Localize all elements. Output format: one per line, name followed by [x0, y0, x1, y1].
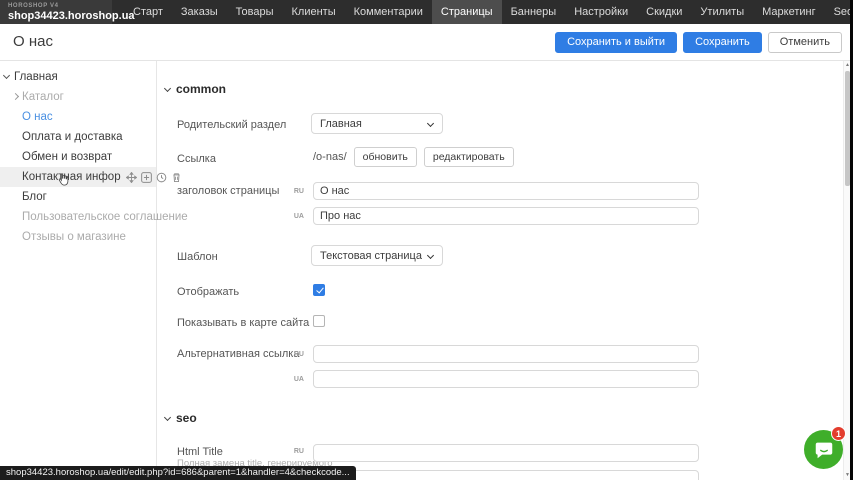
html-title-label: Html Title: [177, 446, 223, 458]
link-edit-button[interactable]: редактировать: [424, 147, 514, 167]
menu-item-comments[interactable]: Комментарии: [345, 0, 432, 24]
pages-tree-sidebar: Главная Каталог О нас Оплата и доставка …: [0, 61, 157, 480]
tree-item-label: Блог: [22, 191, 47, 203]
menu-item-products[interactable]: Товары: [227, 0, 283, 24]
lang-ru-badge: RU: [290, 448, 304, 455]
lang-ua-badge: UA: [290, 376, 304, 383]
page-header: О нас Сохранить и выйти Сохранить Отмени…: [0, 24, 853, 61]
chevron-down-icon: [164, 85, 171, 92]
menu-item-start[interactable]: Старт: [124, 0, 172, 24]
logo-domain-label: shop34423.horoshop.ua: [8, 10, 102, 22]
page-title-label: заголовок страницы: [177, 185, 279, 197]
logo[interactable]: HOROSHOP V4 shop34423.horoshop.ua: [0, 0, 112, 24]
vertical-scrollbar[interactable]: ▲ ▼: [843, 61, 850, 480]
page-title-ru-input[interactable]: [313, 182, 699, 200]
menu-item-marketing[interactable]: Маркетинг: [753, 0, 824, 24]
add-page-icon[interactable]: [141, 172, 152, 183]
menu-item-settings[interactable]: Настройки: [565, 0, 637, 24]
chat-unread-badge: 1: [831, 426, 846, 441]
menu-item-seo[interactable]: Seo: [825, 0, 853, 24]
tree-item-kontaktnaya-informatsiya[interactable]: Контактная инфор: [0, 167, 156, 187]
tree-item-glavnaya[interactable]: Главная: [0, 67, 156, 87]
page-title-ua-input[interactable]: [313, 207, 699, 225]
template-label: Шаблон: [177, 251, 218, 263]
sitemap-label: Показывать в карте сайта: [177, 317, 309, 329]
section-common-header[interactable]: common: [165, 82, 226, 96]
save-and-exit-button[interactable]: Сохранить и выйти: [555, 32, 677, 53]
chat-icon: [813, 439, 835, 461]
main-menu: Старт Заказы Товары Клиенты Комментарии …: [124, 0, 853, 24]
chevron-down-icon: [427, 252, 434, 259]
cancel-button[interactable]: Отменить: [768, 32, 842, 53]
chevron-right-icon[interactable]: [12, 93, 19, 100]
tree-item-polzovatelskoe-soglashenie[interactable]: Пользовательское соглашение: [0, 207, 156, 227]
save-button[interactable]: Сохранить: [683, 32, 762, 53]
tree-item-label: Главная: [14, 71, 58, 83]
sitemap-checkbox[interactable]: [313, 315, 325, 327]
display-checkbox[interactable]: [313, 284, 325, 296]
parent-section-value: Главная: [320, 118, 362, 130]
section-seo-header[interactable]: seo: [165, 411, 197, 425]
link-refresh-button[interactable]: обновить: [354, 147, 417, 167]
page-edit-form: common Родительский раздел Главная Ссылк…: [158, 61, 843, 480]
tree-item-oplata-i-dostavka[interactable]: Оплата и доставка: [0, 127, 156, 147]
chevron-down-icon: [164, 414, 171, 421]
tree-item-label: Контактная инфор: [22, 171, 121, 183]
tree-item-label: Оплата и доставка: [22, 131, 123, 143]
menu-item-utilities[interactable]: Утилиты: [691, 0, 753, 24]
lang-ru-badge: RU: [290, 188, 304, 195]
tree-item-label: Отзывы о магазине: [22, 231, 126, 243]
menu-item-banners[interactable]: Баннеры: [502, 0, 566, 24]
tree-item-blog[interactable]: Блог: [0, 187, 156, 207]
section-seo-label: seo: [176, 411, 197, 425]
html-title-ru-input[interactable]: [313, 444, 699, 462]
display-label: Отображать: [177, 286, 239, 298]
link-label: Ссылка: [177, 153, 216, 165]
delete-icon[interactable]: [171, 172, 182, 183]
template-select[interactable]: Текстовая страница: [311, 245, 443, 266]
lang-ua-badge: UA: [290, 213, 304, 220]
tree-item-label: Каталог: [22, 91, 64, 103]
tree-item-label: Обмен и возврат: [22, 151, 112, 163]
tree-item-label: Пользовательское соглашение: [22, 211, 188, 223]
settings-icon[interactable]: [156, 172, 167, 183]
chevron-down-icon[interactable]: [3, 72, 10, 79]
tree-item-label: О нас: [22, 111, 53, 123]
chevron-down-icon: [427, 120, 434, 127]
drag-move-icon[interactable]: [126, 172, 137, 183]
lang-ru-badge: RU: [290, 351, 304, 358]
page-title: О нас: [13, 33, 53, 50]
app-window: HOROSHOP V4 shop34423.horoshop.ua Старт …: [0, 0, 853, 480]
menu-item-clients[interactable]: Клиенты: [283, 0, 345, 24]
status-url-bar: shop34423.horoshop.ua/edit/edit.php?id=6…: [0, 466, 356, 480]
alt-link-label: Альтернативная ссылка: [177, 348, 299, 360]
alt-link-ru-input[interactable]: [313, 345, 699, 363]
tree-item-katalog[interactable]: Каталог: [0, 87, 156, 107]
alt-link-ua-input[interactable]: [313, 370, 699, 388]
parent-section-select[interactable]: Главная: [311, 113, 443, 134]
template-value: Текстовая страница: [320, 250, 422, 262]
menu-item-discounts[interactable]: Скидки: [637, 0, 691, 24]
top-menubar: HOROSHOP V4 shop34423.horoshop.ua Старт …: [0, 0, 853, 24]
menu-item-orders[interactable]: Заказы: [172, 0, 227, 24]
link-value: /o-nas/: [313, 151, 347, 163]
menu-item-pages[interactable]: Страницы: [432, 0, 502, 24]
html-title-ua-input[interactable]: [313, 470, 699, 480]
section-common-label: common: [176, 82, 226, 96]
chat-widget-button[interactable]: 1: [804, 430, 843, 469]
tree-item-obmen-i-vozvrat[interactable]: Обмен и возврат: [0, 147, 156, 167]
tree-item-otzyvy-o-magazine[interactable]: Отзывы о магазине: [0, 227, 156, 247]
parent-section-label: Родительский раздел: [177, 119, 286, 131]
tree-item-o-nas[interactable]: О нас: [0, 107, 156, 127]
logo-version-label: HOROSHOP V4: [8, 3, 102, 10]
